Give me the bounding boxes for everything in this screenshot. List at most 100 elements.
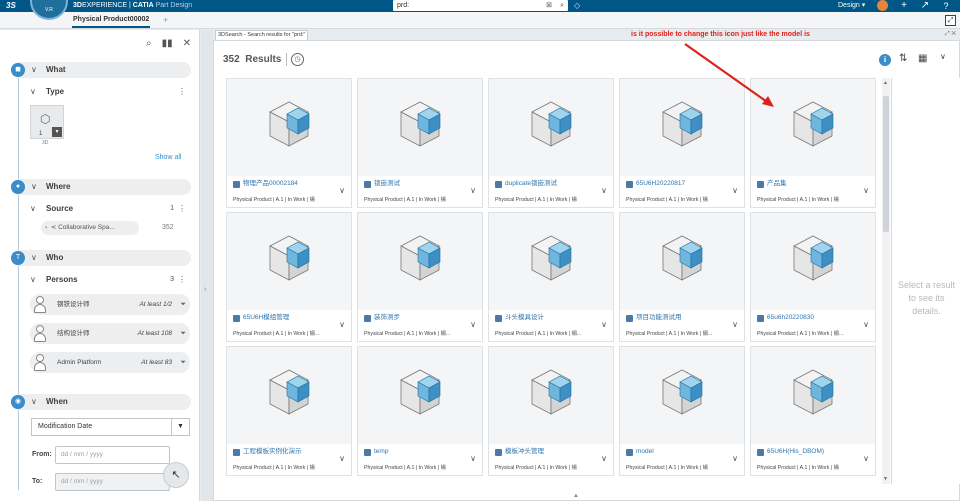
tab-physical-product[interactable]: Physical Product00002 — [72, 14, 151, 28]
scroll-up-icon[interactable]: ▲ — [883, 80, 888, 86]
from-date-input[interactable]: dd / mm / yyyy — [55, 446, 170, 464]
section-where[interactable]: ● ∨ Where — [11, 179, 191, 195]
filter-icon[interactable]: ⏷ — [180, 294, 186, 315]
more-icon[interactable]: ⋮ — [178, 85, 186, 99]
search-icon[interactable]: ⌕ — [560, 0, 564, 11]
scroll-down-icon[interactable]: ▼ — [883, 476, 888, 482]
product-thumbnail[interactable] — [358, 213, 482, 310]
result-title[interactable]: duplicate锁嵌测试 — [505, 179, 557, 189]
section-who[interactable]: T ∨ Who — [11, 250, 191, 266]
result-title[interactable]: 斗头模具设计 — [505, 313, 544, 323]
search-icon[interactable]: ⌕ — [146, 38, 152, 50]
result-title[interactable]: 工程模板实例化演示 — [243, 447, 302, 457]
apply-filter-button[interactable]: ↖ — [163, 462, 189, 488]
product-thumbnail[interactable] — [358, 347, 482, 444]
result-card[interactable]: 斗头模具设计 ∨ Physical Product | A.1 | In Work … — [488, 212, 614, 342]
result-title[interactable]: 模板冲头管理 — [505, 447, 544, 457]
result-title[interactable]: model — [636, 447, 654, 457]
chevron-down-icon[interactable]: ∨ — [339, 186, 345, 195]
results-scrollbar[interactable]: ▲ ▼ — [882, 78, 890, 484]
result-card[interactable]: 项目功能测试用 ∨ Physical Product | A.1 | In Work… — [619, 212, 745, 342]
product-thumbnail[interactable] — [489, 347, 613, 444]
result-title[interactable]: temp — [374, 447, 388, 457]
result-card[interactable]: 物理产品00002184 ∨ Physical Product | A.1 | In… — [226, 78, 352, 208]
product-thumbnail[interactable] — [489, 79, 613, 176]
panel-splitter[interactable]: › — [201, 30, 213, 501]
type-tile-3d[interactable]: ⬡ 1 ▾ — [30, 105, 64, 139]
subsection-persons[interactable]: ∨ Persons 3 ⋮ — [30, 273, 188, 287]
chevron-down-icon[interactable]: ∨ — [470, 186, 476, 195]
chevron-down-icon[interactable]: ∨ — [732, 454, 738, 463]
product-thumbnail[interactable] — [751, 213, 875, 310]
result-card[interactable]: 装饰测步 ∨ Physical Product | A.1 | In Work | … — [357, 212, 483, 342]
chevron-down-icon[interactable]: ∨ — [863, 320, 869, 329]
date-type-select[interactable]: Modification Date ▼ — [31, 418, 190, 436]
person-item[interactable]: 钢铁设计师 At least 1/2 ⏷ — [30, 294, 190, 315]
result-title[interactable]: 锁嵌测试 — [374, 179, 400, 189]
section-what[interactable]: ◼ ∨ What — [11, 62, 191, 78]
chevron-down-icon[interactable]: ∨ — [863, 186, 869, 195]
grid-view-icon[interactable]: ▦ — [918, 53, 927, 64]
product-thumbnail[interactable] — [489, 213, 613, 310]
result-card[interactable]: 锁嵌测试 ∨ Physical Product | A.1 | In Work | … — [357, 78, 483, 208]
result-title[interactable]: 物理产品00002184 — [243, 179, 298, 189]
add-icon[interactable]: + — [898, 0, 910, 12]
show-all-link[interactable]: Show all — [155, 154, 181, 161]
subsection-type[interactable]: ∨ Type ⋮ — [30, 85, 188, 99]
chevron-down-icon[interactable]: ∨ — [732, 320, 738, 329]
result-title[interactable]: 产品集 — [767, 179, 787, 189]
result-title[interactable]: 项目功能测试用 — [636, 313, 682, 323]
product-thumbnail[interactable] — [227, 347, 351, 444]
product-thumbnail[interactable] — [227, 213, 351, 310]
product-thumbnail[interactable] — [751, 79, 875, 176]
chevron-down-icon[interactable]: ∨ — [601, 454, 607, 463]
chevron-down-icon[interactable]: ∨ — [470, 454, 476, 463]
share-icon[interactable]: ↗ — [919, 0, 931, 12]
chevron-down-icon[interactable]: ∨ — [940, 52, 946, 61]
product-thumbnail[interactable] — [751, 347, 875, 444]
chevron-down-icon[interactable]: ∨ — [339, 454, 345, 463]
result-card[interactable]: 65U6H20220817 ∨ Physical Product | A.1 | I… — [619, 78, 745, 208]
close-icon[interactable]: ✕ — [183, 38, 191, 50]
role-selector[interactable]: Design ▾ — [838, 0, 865, 12]
result-card[interactable]: duplicate锁嵌测试 ∨ Physical Product | A.1 | I… — [488, 78, 614, 208]
info-icon[interactable]: i — [879, 54, 891, 66]
tag-icon[interactable]: ◇ — [574, 0, 580, 12]
section-when[interactable]: ◉ ∨ When — [11, 394, 191, 410]
layout-icon[interactable]: ▮▮ — [162, 38, 173, 50]
person-item[interactable]: 结构设计师 At least 108 ⏷ — [30, 323, 190, 344]
result-card[interactable]: temp ∨ Physical Product | A.1 | In Work | … — [357, 346, 483, 476]
source-item-collaborative-space[interactable]: › ⋖ Collaborative Spa... — [41, 221, 139, 235]
history-icon[interactable]: ◷ — [291, 53, 304, 66]
resize-grip-icon[interactable]: ▲ — [573, 493, 579, 499]
dropdown-icon[interactable]: ▾ — [52, 127, 62, 137]
product-thumbnail[interactable] — [620, 79, 744, 176]
chevron-down-icon[interactable]: ∨ — [601, 186, 607, 195]
scrollbar-thumb[interactable] — [883, 96, 889, 232]
result-title[interactable]: 65U6H20220817 — [636, 179, 685, 189]
user-avatar[interactable] — [877, 0, 888, 11]
search-results-tab[interactable]: 3DSearch - Search results for "prd:" — [215, 30, 309, 40]
chevron-down-icon[interactable]: ∨ — [732, 186, 738, 195]
product-thumbnail[interactable] — [620, 213, 744, 310]
product-thumbnail[interactable] — [227, 79, 351, 176]
more-icon[interactable]: ⋮ — [178, 202, 186, 216]
clear-search-icon[interactable]: ⊠ — [546, 0, 552, 11]
result-card[interactable]: model ∨ Physical Product | A.1 | In Work |… — [619, 346, 745, 476]
filter-icon[interactable]: ⏷ — [180, 352, 186, 373]
person-item[interactable]: Admin Platform At least 83 ⏷ — [30, 352, 190, 373]
to-date-input[interactable]: dd / mm / yyyy — [55, 473, 170, 491]
more-icon[interactable]: ⋮ — [178, 273, 186, 287]
search-input[interactable]: prd: ⊠ ⌕ — [393, 0, 568, 11]
window-controls[interactable]: ⤢ ✕ — [945, 30, 956, 39]
chevron-down-icon[interactable]: ∨ — [601, 320, 607, 329]
result-title[interactable]: 65u6h20220830 — [767, 313, 814, 323]
result-title[interactable]: 65U6H(His_DBOM) — [767, 447, 824, 457]
result-card[interactable]: 65U6H模组管理 ∨ Physical Product | A.1 | In Wo… — [226, 212, 352, 342]
sort-icon[interactable]: ⇅ — [899, 53, 907, 64]
result-card[interactable]: 65U6H(His_DBOM) ∨ Physical Product | A.1 |… — [750, 346, 876, 476]
filter-icon[interactable]: ⏷ — [180, 323, 186, 344]
result-title[interactable]: 65U6H模组管理 — [243, 313, 289, 323]
result-card[interactable]: 模板冲头管理 ∨ Physical Product | A.1 | In Work … — [488, 346, 614, 476]
chevron-down-icon[interactable]: ∨ — [339, 320, 345, 329]
